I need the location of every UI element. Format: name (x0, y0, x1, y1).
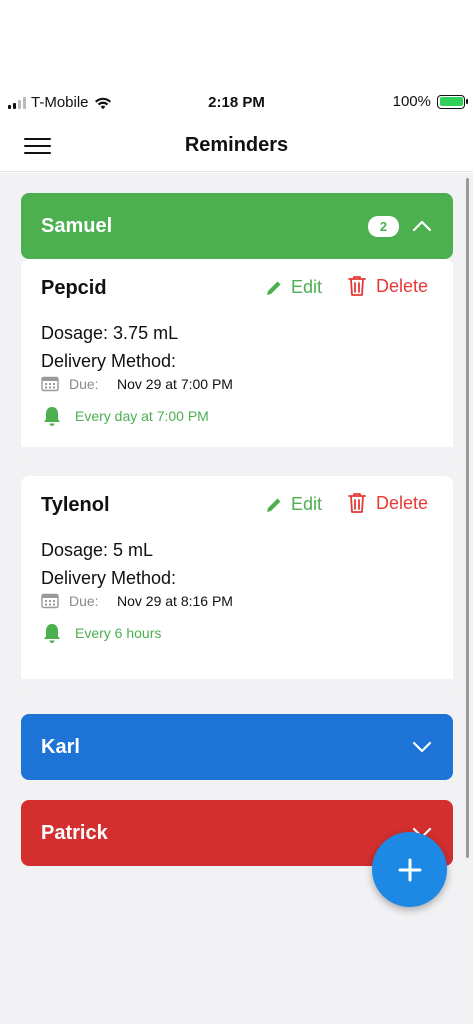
delete-button[interactable]: Delete (347, 275, 428, 297)
edit-button[interactable]: Edit (265, 277, 322, 298)
battery-percent: 100% (392, 93, 431, 110)
delivery-method-text: Delivery Method: (41, 351, 177, 371)
delete-button[interactable]: Delete (347, 492, 428, 514)
status-right: 100% (392, 93, 468, 110)
bell-icon (44, 624, 60, 643)
group-name: Karl (41, 735, 80, 758)
edit-label: Edit (291, 277, 323, 297)
due-label: Due: (69, 593, 99, 609)
edit-label: Edit (291, 494, 323, 514)
card-footer (21, 447, 453, 463)
medication-name: Tylenol (41, 494, 110, 516)
edit-button[interactable]: Edit (265, 494, 322, 515)
add-reminder-button[interactable] (372, 832, 447, 907)
due-row: Due: Nov 29 at 8:16 PM (41, 593, 233, 609)
repeat-row: Every day at 7:00 PM (41, 405, 209, 427)
reminder-card-pepcid: Pepcid Edit Delete Dosage: 3.75 mL Deliv… (21, 259, 453, 463)
bell-icon (44, 407, 60, 426)
scrollbar[interactable] (466, 178, 469, 858)
due-value: Nov 29 at 8:16 PM (117, 593, 233, 609)
due-row: Due: Nov 29 at 7:00 PM (41, 376, 233, 392)
app-header: Reminders (0, 122, 473, 172)
count-badge: 2 (368, 215, 399, 237)
dosage-text: Dosage: 5 mL (41, 540, 154, 560)
card-footer (21, 679, 453, 695)
page-title: Reminders (184, 134, 289, 156)
chevron-up-icon (412, 220, 432, 232)
due-value: Nov 29 at 7:00 PM (117, 376, 233, 392)
delete-label: Delete (376, 492, 429, 513)
group-name: Samuel (41, 214, 113, 237)
pencil-icon (267, 498, 281, 512)
reminder-card-tylenol: Tylenol Edit Delete Dosage: 5 mL Deliver… (21, 476, 453, 695)
calendar-icon (41, 593, 59, 609)
pencil-icon (267, 281, 281, 295)
chevron-down-icon (412, 741, 432, 753)
group-header-karl[interactable]: Karl (21, 714, 453, 780)
plus-icon (398, 858, 421, 881)
trash-icon (348, 276, 366, 296)
group-name: Patrick (41, 821, 108, 844)
repeat-text: Every 6 hours (75, 625, 162, 641)
battery-icon (437, 94, 468, 109)
trash-icon (348, 493, 366, 513)
calendar-icon (41, 376, 59, 392)
delete-label: Delete (376, 275, 429, 296)
status-bar: T-Mobile 2:18 PM 100% (0, 86, 473, 122)
due-label: Due: (69, 376, 99, 392)
delivery-method-text: Delivery Method: (41, 568, 177, 588)
medication-name: Pepcid (41, 277, 107, 299)
repeat-text: Every day at 7:00 PM (75, 408, 209, 424)
repeat-row: Every 6 hours (41, 622, 161, 644)
dosage-text: Dosage: 3.75 mL (41, 323, 179, 343)
group-header-samuel[interactable]: Samuel 2 (21, 193, 453, 259)
